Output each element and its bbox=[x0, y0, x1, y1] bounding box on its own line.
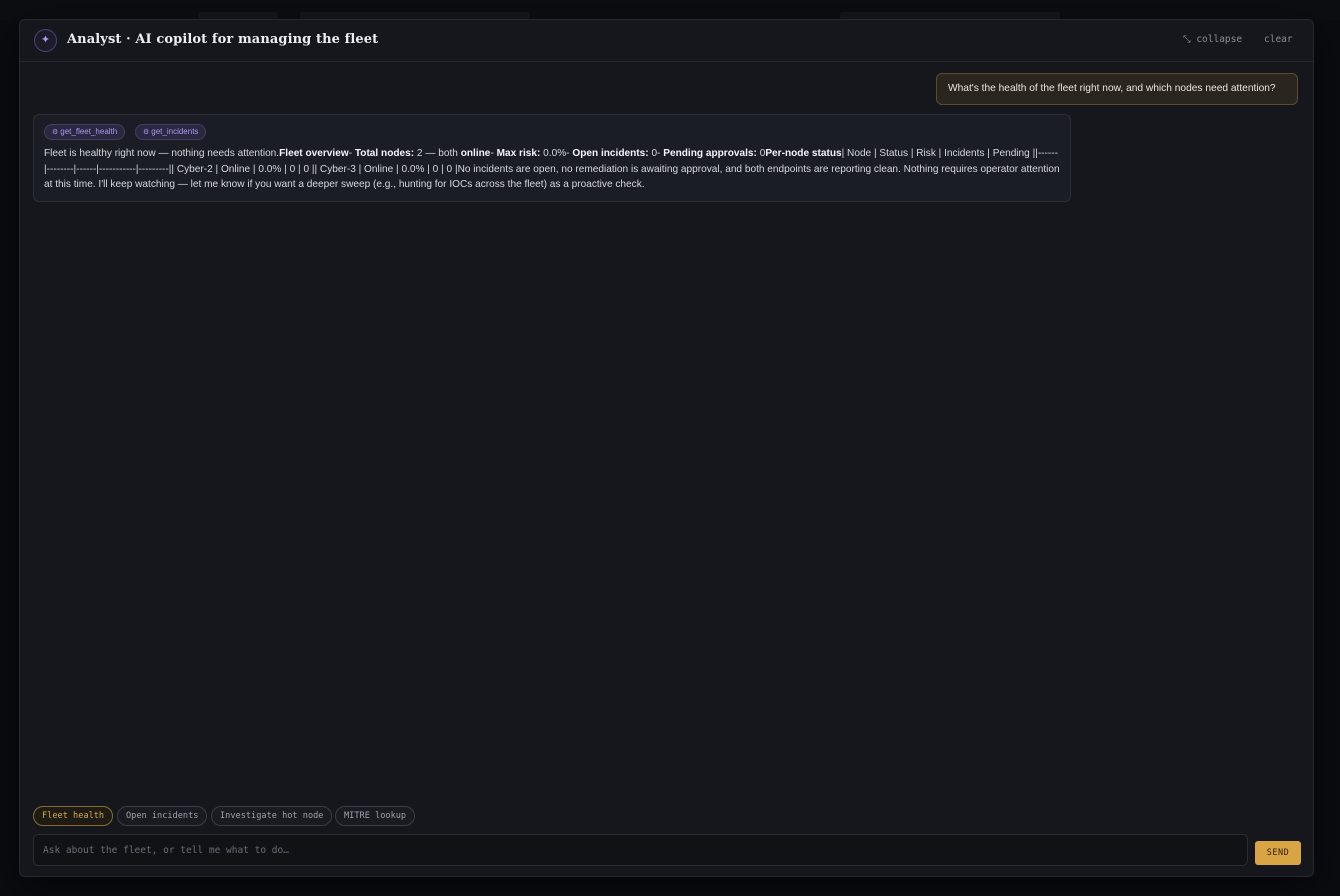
tool-call-chip: ⚙ get_incidents bbox=[135, 124, 207, 140]
tool-call-chip: ⚙ get_fleet_health bbox=[44, 124, 126, 140]
message-key: Max risk: bbox=[496, 148, 541, 159]
message-text: Fleet is healthy right now — nothing nee… bbox=[44, 148, 280, 159]
message-key: online bbox=[460, 148, 491, 159]
background-app-bar bbox=[0, 0, 1340, 20]
message-heading: Per-node status bbox=[765, 148, 842, 159]
message-text: 2 — both bbox=[414, 148, 461, 159]
panel-header: ✦ Analyst · AI copilot for managing the … bbox=[20, 20, 1313, 62]
message-text: 0- bbox=[648, 148, 664, 159]
clear-button[interactable]: clear bbox=[1264, 34, 1293, 45]
message-key: Open incidents: bbox=[572, 148, 649, 159]
tool-call-label: get_fleet_health bbox=[60, 127, 118, 136]
message-key: Pending approvals: bbox=[663, 148, 757, 159]
collapse-button[interactable]: ⤡ collapse bbox=[1183, 34, 1242, 45]
chat-input[interactable] bbox=[33, 834, 1248, 866]
suggestion-mitre-lookup[interactable]: MITRE lookup bbox=[335, 806, 416, 826]
copilot-panel: ✦ Analyst · AI copilot for managing the … bbox=[19, 19, 1314, 877]
sparkle-icon: ✦ bbox=[34, 29, 57, 52]
panel-title: Analyst · AI copilot for managing the fl… bbox=[67, 32, 379, 47]
message-heading: Fleet overview bbox=[279, 148, 349, 159]
message-text: 0.0%- bbox=[540, 148, 573, 159]
gear-icon: ⚙ bbox=[52, 129, 59, 136]
suggestion-open-incidents[interactable]: Open incidents bbox=[117, 806, 208, 826]
user-message: What's the health of the fleet right now… bbox=[936, 73, 1298, 105]
tool-call-label: get_incidents bbox=[151, 127, 199, 136]
suggestion-fleet-health[interactable]: Fleet health bbox=[33, 806, 114, 826]
send-button[interactable]: SEND bbox=[1255, 841, 1301, 865]
gear-icon: ⚙ bbox=[143, 129, 150, 136]
suggestion-investigate-hot-node[interactable]: Investigate hot node bbox=[211, 806, 333, 826]
assistant-message-text: Fleet is healthy right now — nothing nee… bbox=[44, 146, 1062, 193]
message-key: Total nodes: bbox=[354, 148, 415, 159]
assistant-message: ⚙ get_fleet_health ⚙ get_incidents Fleet i… bbox=[33, 114, 1071, 202]
